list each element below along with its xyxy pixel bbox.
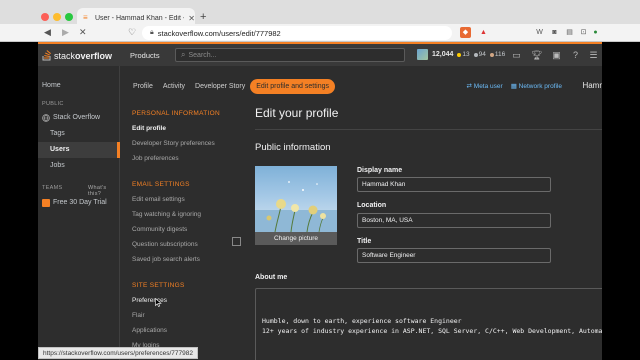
settings-item-community-digests[interactable]: Community digests — [132, 226, 187, 233]
minimize-window-button[interactable] — [53, 13, 61, 21]
settings-item-saved-job-alerts[interactable]: Saved job search alerts — [132, 256, 200, 263]
sidebar-item-stackoverflow[interactable]: Stack Overflow — [53, 114, 100, 121]
section-title: Public information — [255, 142, 331, 153]
search-placeholder: Search... — [188, 51, 217, 59]
profile-form: Edit your profile Public information Cha… — [255, 66, 602, 360]
url-text: stackoverflow.com/users/edit/777982 — [157, 28, 281, 38]
address-bar: ◀ ▶ ✕ ♡ 🔒︎ stackoverflow.com/users/edit/… — [0, 24, 640, 42]
maximize-window-button[interactable] — [65, 13, 73, 21]
briefcase-icon — [42, 199, 50, 207]
settings-item-applications[interactable]: Applications — [132, 327, 167, 334]
search-icon: ⌕ — [181, 50, 186, 59]
status-bar-url: https://stackoverflow.com/users/preferen… — [38, 347, 198, 359]
tab-developer-story[interactable]: Developer Story — [190, 79, 250, 94]
main-content: Profile Activity Developer Story Edit pr… — [128, 66, 602, 360]
settings-item-job-preferences[interactable]: Job preferences — [132, 155, 179, 162]
silver-badges: 94 — [473, 51, 486, 58]
stackoverflow-logo-icon — [42, 50, 51, 61]
title-divider — [255, 129, 602, 130]
email-settings-heading: EMAIL SETTINGS — [132, 181, 190, 188]
location-field[interactable]: Boston, MA, USA — [357, 213, 551, 228]
products-menu[interactable]: Products — [130, 51, 160, 60]
dandelion-photo-icon — [255, 181, 337, 232]
stackoverflow-page: stackoverflow Products ⌕ Search... 12,04… — [38, 42, 602, 360]
extension-icon[interactable]: ▤ — [564, 27, 575, 38]
forward-icon[interactable]: ▶ — [62, 27, 69, 38]
settings-item-developer-story[interactable]: Developer Story preferences — [132, 140, 215, 147]
tab-profile[interactable]: Profile — [128, 79, 158, 94]
whats-this-link[interactable]: What's this? — [88, 185, 119, 197]
location-label: Location — [357, 202, 387, 209]
mouse-pointer-icon — [155, 298, 162, 307]
bio-line-1: Humble, down to earth, experience softwa… — [262, 317, 462, 325]
title-field[interactable]: Software Engineer — [357, 248, 551, 263]
sidebar-section-public: PUBLIC — [42, 101, 64, 107]
tab-bar: ≡ User - Hammad Khan - Edit - St ✕ + — [0, 4, 640, 28]
sidebar-item-tags[interactable]: Tags — [50, 130, 65, 137]
bronze-badges: 116 — [489, 51, 505, 58]
personal-info-heading: PERSONAL INFORMATION — [132, 110, 220, 117]
sidebar-item-jobs[interactable]: Jobs — [50, 162, 65, 169]
browser-chrome: ≡ User - Hammad Khan - Edit - St ✕ + ◀ ▶… — [0, 0, 640, 42]
change-picture-button[interactable]: Change picture — [255, 232, 337, 245]
settings-item-question-subscriptions[interactable]: Question subscriptions — [132, 241, 198, 248]
reputation: 12,044 — [432, 51, 454, 58]
rewards-icon[interactable]: ▲ — [478, 27, 489, 38]
title-label: Title — [357, 238, 372, 245]
url-input[interactable]: 🔒︎ stackoverflow.com/users/edit/777982 — [142, 26, 452, 40]
stop-icon[interactable]: ✕ — [79, 27, 87, 38]
free-trial-link[interactable]: Free 30 Day Trial — [53, 199, 107, 206]
camera-icon[interactable]: ◙ — [549, 27, 560, 38]
review-icon[interactable]: ▣ — [551, 50, 562, 61]
settings-item-tag-watching[interactable]: Tag watching & ignoring — [132, 211, 201, 218]
stackoverflow-logo[interactable]: stackoverflow — [42, 50, 112, 61]
settings-item-edit-email[interactable]: Edit email settings — [132, 196, 185, 203]
bronze-badge-icon — [489, 52, 494, 57]
about-me-editor[interactable]: Humble, down to earth, experience softwa… — [255, 288, 602, 360]
grammarly-icon[interactable]: ● — [590, 27, 601, 38]
sidebar-section-teams: TEAMS — [42, 185, 63, 191]
settings-item-edit-profile[interactable]: Edit profile — [132, 125, 166, 132]
bio-line-2: 12+ years of industry experience in ASP.… — [262, 327, 602, 335]
page-title: Edit your profile — [255, 106, 339, 120]
display-name-label: Display name — [357, 167, 403, 174]
globe-icon — [42, 114, 50, 122]
back-icon[interactable]: ◀ — [44, 27, 51, 38]
external-link-icon[interactable] — [232, 237, 241, 246]
brave-shield-icon[interactable]: ◆ — [460, 27, 471, 38]
about-me-label: About me — [255, 274, 288, 281]
achievements-icon[interactable]: 🏆︎ — [531, 50, 542, 61]
silver-badge-icon — [473, 52, 478, 57]
settings-item-flair[interactable]: Flair — [132, 312, 145, 319]
site-header: stackoverflow Products ⌕ Search... 12,04… — [38, 42, 602, 66]
left-sidebar: Home PUBLIC Stack Overflow Tags Users Jo… — [38, 66, 120, 360]
site-switcher-icon[interactable]: ☰ — [588, 50, 599, 61]
search-input[interactable]: ⌕ Search... — [175, 48, 405, 62]
sidebar-item-users[interactable]: Users — [50, 146, 69, 153]
help-icon[interactable]: ? — [570, 50, 581, 61]
sidebar-item-home[interactable]: Home — [42, 82, 61, 89]
new-tab-icon[interactable]: + — [200, 12, 206, 23]
profile-photo — [255, 166, 337, 232]
display-name-field[interactable]: Hammad Khan — [357, 177, 551, 192]
close-window-button[interactable] — [41, 13, 49, 21]
bookmark-icon[interactable]: ♡ — [128, 27, 136, 38]
inbox-icon[interactable]: ▭ — [511, 50, 522, 61]
tab-activity[interactable]: Activity — [158, 79, 190, 94]
avatar[interactable] — [417, 49, 428, 60]
tab-title: User - Hammad Khan - Edit - St — [94, 14, 185, 22]
gold-badges: 13 — [457, 51, 470, 58]
stackoverflow-favicon-icon: ≡ — [83, 13, 88, 22]
lock-icon: 🔒︎ — [150, 29, 154, 36]
extension-2-icon[interactable]: ⊡ — [578, 27, 589, 38]
extension-w-icon[interactable]: W — [534, 27, 545, 38]
site-settings-heading: SITE SETTINGS — [132, 282, 185, 289]
user-card[interactable]: 12,044 13 94 116 — [417, 49, 505, 60]
logo-text: stackoverflow — [54, 50, 113, 61]
close-tab-icon[interactable]: ✕ — [188, 14, 195, 23]
gold-badge-icon — [457, 52, 462, 57]
